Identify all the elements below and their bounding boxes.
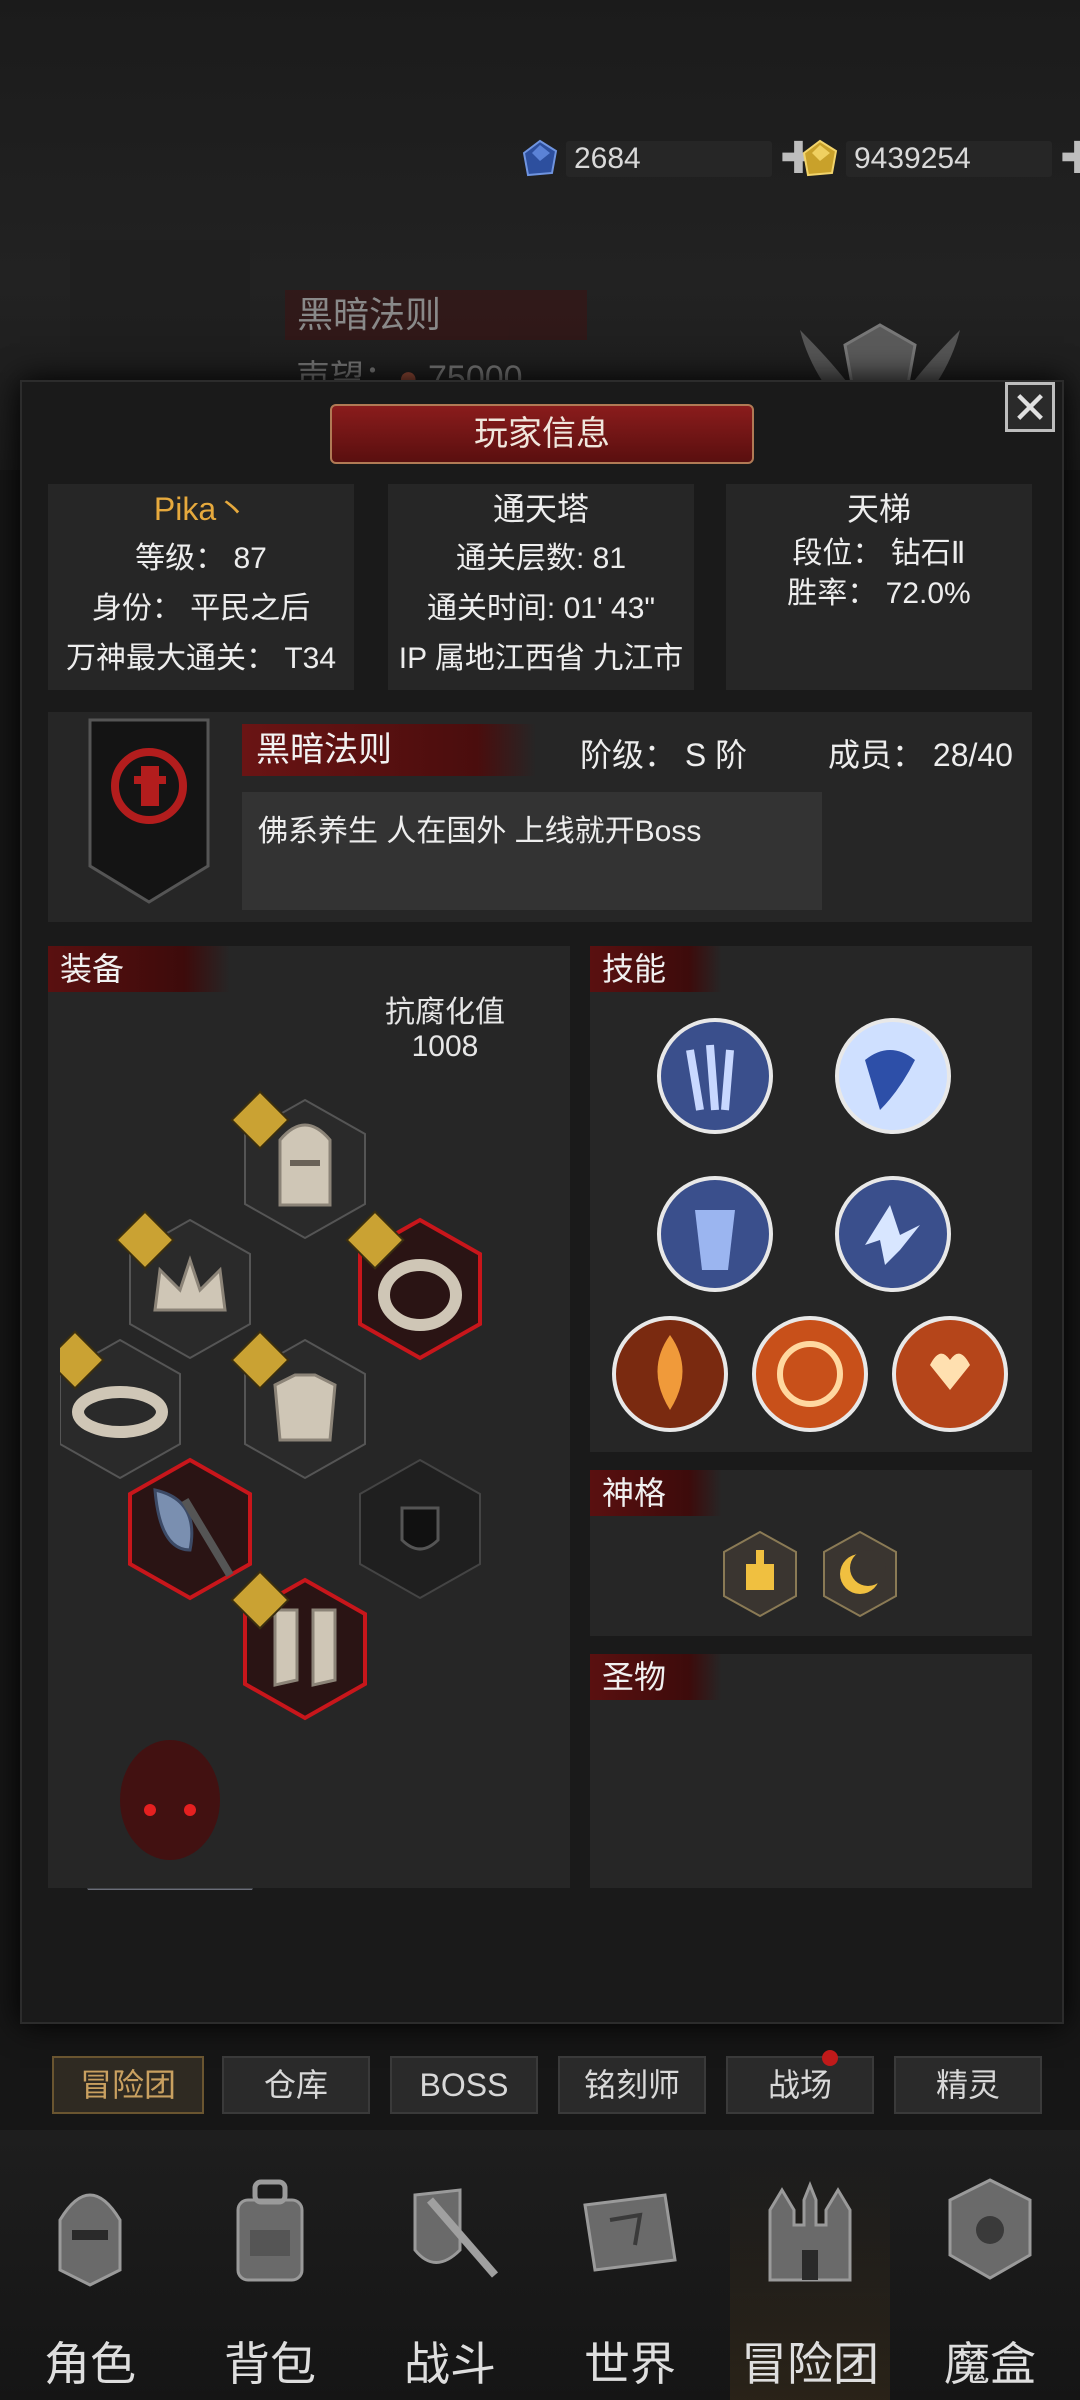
sword-shield-icon	[413, 2188, 499, 2278]
modal-title: 玩家信息	[330, 404, 754, 464]
guild-members: 成员： 28/40	[828, 737, 1013, 773]
corruption-label: 抗腐化值	[385, 996, 505, 1029]
skill-icon-6[interactable]	[752, 1316, 868, 1432]
player-identity: 身份： 平民之后	[91, 592, 311, 625]
nav-adventure-group[interactable]: 冒险团	[730, 2160, 890, 2400]
guild-banner-icon[interactable]	[86, 716, 212, 906]
magic-cube-icon	[948, 2178, 1032, 2280]
gem-amount: 2684	[566, 141, 772, 177]
nav-label-world: 世界	[584, 2338, 676, 2390]
nav-battle[interactable]: 战斗	[370, 2160, 530, 2400]
guild-description: 佛系养生 人在国外 上线就开Boss	[242, 792, 822, 910]
knight-helmet-icon	[58, 2193, 122, 2287]
skill-icon-4[interactable]	[835, 1176, 951, 1292]
relics-title: 圣物	[590, 1654, 722, 1700]
gold-currency: 9439254 ✚	[800, 137, 1080, 181]
divinity-title: 神格	[590, 1470, 722, 1516]
skill-icon-3[interactable]	[657, 1176, 773, 1292]
weapon-slot[interactable]	[128, 1458, 252, 1600]
tower-title: 通天塔	[492, 491, 589, 527]
equipment-slots	[60, 1090, 482, 1890]
nav-label-backpack: 背包	[224, 2338, 316, 2390]
skill-icon-5[interactable]	[612, 1316, 728, 1432]
blue-gem-icon	[522, 139, 558, 177]
map-scroll-icon	[583, 2193, 677, 2272]
tab-warehouse[interactable]: 仓库	[222, 2056, 370, 2114]
nav-label-battle: 战斗	[404, 2338, 496, 2390]
ladder-title: 天梯	[846, 491, 911, 527]
skills-title: 技能	[590, 946, 722, 992]
close-button[interactable]: ✕	[1005, 382, 1055, 433]
skill-icon-1[interactable]	[657, 1018, 773, 1134]
divinity-moon-icon[interactable]	[823, 1530, 897, 1618]
nav-label-character: 角色	[44, 2338, 136, 2390]
ip-location: IP 属地江西省 九江市	[398, 642, 684, 675]
gold-amount: 9439254	[846, 141, 1052, 177]
divinity-fist-icon[interactable]	[723, 1530, 797, 1618]
skills-grid	[612, 1018, 1008, 1432]
nav-backpack[interactable]: 背包	[190, 2160, 350, 2400]
tab-spirit[interactable]: 精灵	[894, 2056, 1042, 2114]
nav-label-adventure-group: 冒险团	[741, 2338, 879, 2390]
castle-icon	[768, 2180, 852, 2282]
ladder-win-rate: 胜率： 72.0%	[787, 577, 971, 610]
tower-time: 通关时间: 01' 43"	[426, 592, 656, 625]
divinity-icons	[723, 1530, 897, 1618]
tower-info-box: 通天塔 通关层数: 81 通关时间: 01' 43" IP 属地江西省 九江市	[388, 484, 694, 690]
gem-currency: 2684 ✚	[520, 137, 817, 181]
notification-dot	[822, 2050, 838, 2066]
corruption-resistance: 抗腐化值 1008	[370, 996, 520, 1064]
nav-label-magic-box: 魔盒	[944, 2338, 1036, 2390]
ladder-info-box: 天梯 段位： 钻石Ⅱ 胜率： 72.0%	[726, 484, 1032, 690]
player-info-box: Pika丶 等级： 87 身份： 平民之后 万神最大通关： T34	[48, 484, 354, 690]
backpack-icon	[236, 2179, 304, 2282]
equipment-title: 装备	[48, 946, 230, 992]
shield-slot[interactable]	[359, 1459, 481, 1599]
gold-crystal-icon	[802, 139, 838, 177]
corruption-value: 1008	[411, 1030, 479, 1063]
altar-icon	[87, 1740, 253, 1890]
player-name: Pika丶	[153, 491, 249, 527]
player-max-clear: 万神最大通关： T34	[65, 642, 337, 675]
background-guild-name: 黑暗法则	[285, 290, 587, 340]
ladder-rank: 段位： 钻石Ⅱ	[792, 537, 966, 570]
add-gold-button[interactable]: ✚	[1060, 137, 1080, 181]
skill-icon-2[interactable]	[835, 1018, 951, 1134]
tower-floors: 通关层数: 81	[455, 542, 627, 575]
tab-adventure-group[interactable]: 冒险团	[52, 2056, 204, 2114]
guild-name: 黑暗法则	[242, 724, 536, 776]
player-level: 等级： 87	[135, 542, 267, 575]
tab-engraver[interactable]: 铭刻师	[558, 2056, 706, 2114]
tab-boss[interactable]: BOSS	[390, 2056, 538, 2114]
nav-world[interactable]: 世界	[550, 2160, 710, 2400]
nav-character[interactable]: 角色	[10, 2160, 170, 2400]
nav-magic-box[interactable]: 魔盒	[910, 2160, 1070, 2400]
tab-battlefield[interactable]: 战场	[726, 2056, 874, 2114]
skill-icon-7[interactable]	[892, 1316, 1008, 1432]
guild-tier: 阶级： S 阶	[580, 737, 748, 773]
